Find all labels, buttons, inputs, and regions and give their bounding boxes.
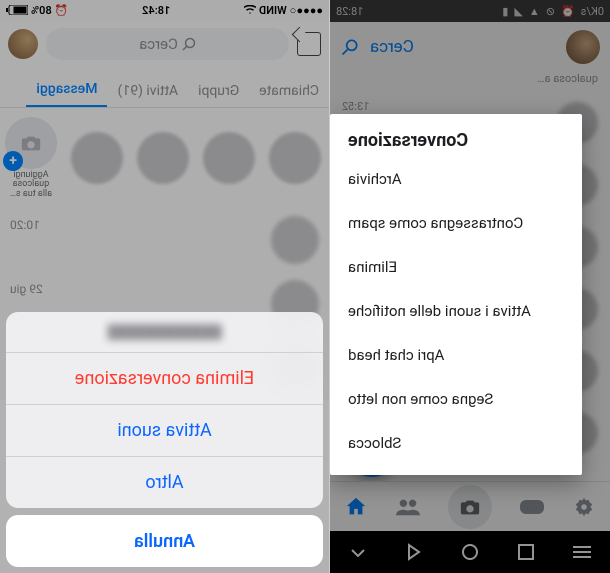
sheet-header: ████████████ [6, 312, 323, 352]
sheet-cancel[interactable]: Annulla [6, 515, 323, 567]
menu-unblock[interactable]: Sblocca [348, 421, 564, 465]
sheet-item-more[interactable]: Altro [6, 456, 323, 508]
context-menu: Conversazione Archivia Contrassegna come… [330, 114, 582, 475]
dialog-title: Conversazione [348, 130, 564, 151]
sheet-item-delete[interactable]: Elimina conversazione [6, 352, 323, 404]
menu-spam[interactable]: Contrassegna come spam [348, 201, 564, 245]
menu-delete[interactable]: Elimina [348, 245, 564, 289]
menu-archive[interactable]: Archivia [348, 157, 564, 201]
menu-chathead[interactable]: Apri chat head [348, 333, 564, 377]
sheet-item-sounds[interactable]: Attiva suoni [6, 404, 323, 456]
ios-screenshot: ●●●●○ WIND 18:42 ⏰ 80% Cerca [0, 0, 330, 573]
action-sheet: ████████████ Elimina conversazione Attiv… [6, 312, 323, 567]
menu-sounds[interactable]: Attiva i suoni delle notifiche [348, 289, 564, 333]
android-screenshot: 0K/s ⏰ ⊘ ▲ ◢ ▮ 18:28 Cerca qualcosa a… 1… [330, 0, 610, 573]
menu-unread[interactable]: Segna come non letto [348, 377, 564, 421]
